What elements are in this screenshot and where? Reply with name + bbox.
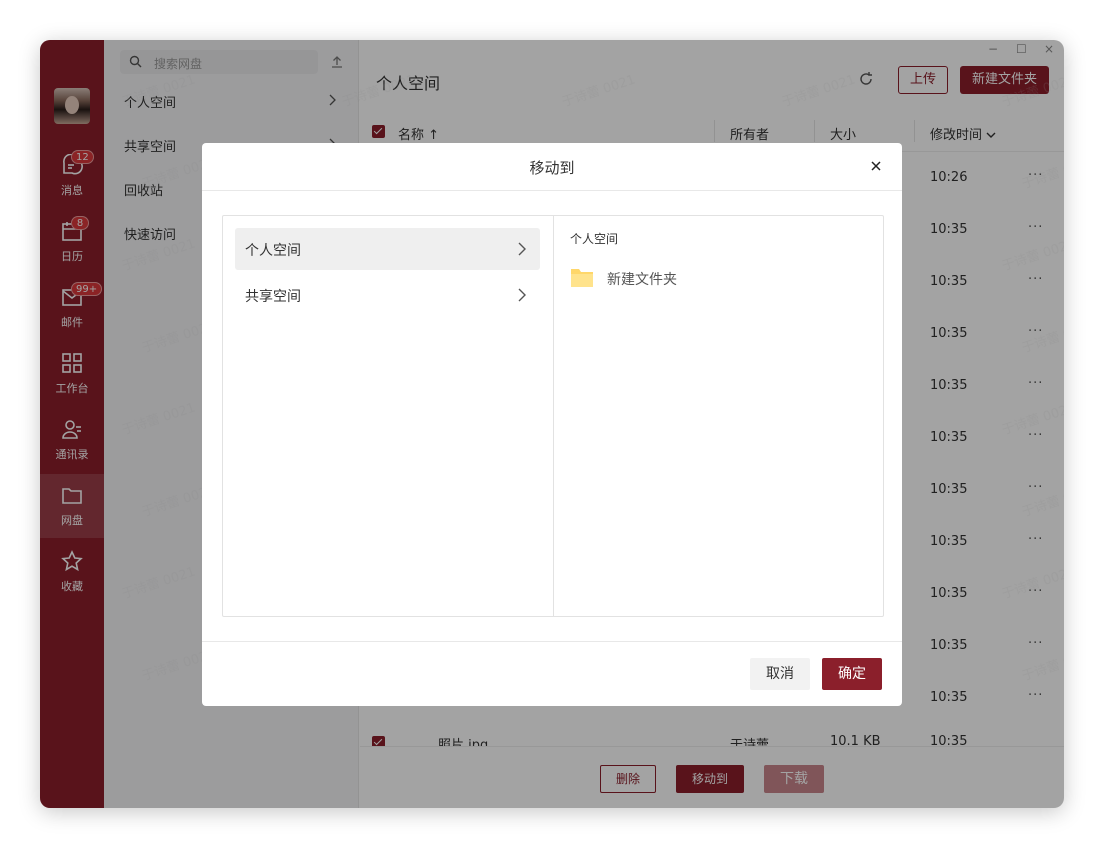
dialog-title: 移动到	[529, 159, 575, 177]
picker-item-shared[interactable]: 共享空间	[235, 274, 540, 316]
cancel-button[interactable]: 取消	[750, 658, 810, 690]
picker-item-label: 共享空间	[245, 289, 301, 305]
move-to-dialog: 移动到 个人空间 共享空间 个人空间 新建文件夹 取消 确定	[202, 143, 902, 706]
confirm-button[interactable]: 确定	[822, 658, 882, 690]
close-icon[interactable]	[870, 160, 882, 172]
folder-name: 新建文件夹	[607, 272, 677, 288]
chevron-right-icon	[518, 288, 526, 302]
folder-icon	[571, 269, 593, 287]
chevron-right-icon	[518, 242, 526, 256]
picker-item-label: 个人空间	[245, 243, 301, 259]
picker-item-personal[interactable]: 个人空间	[235, 228, 540, 270]
folder-picker: 个人空间 共享空间 个人空间 新建文件夹	[222, 215, 884, 617]
picker-breadcrumb: 个人空间	[570, 232, 619, 246]
picker-folder-item[interactable]: 新建文件夹	[570, 266, 870, 290]
